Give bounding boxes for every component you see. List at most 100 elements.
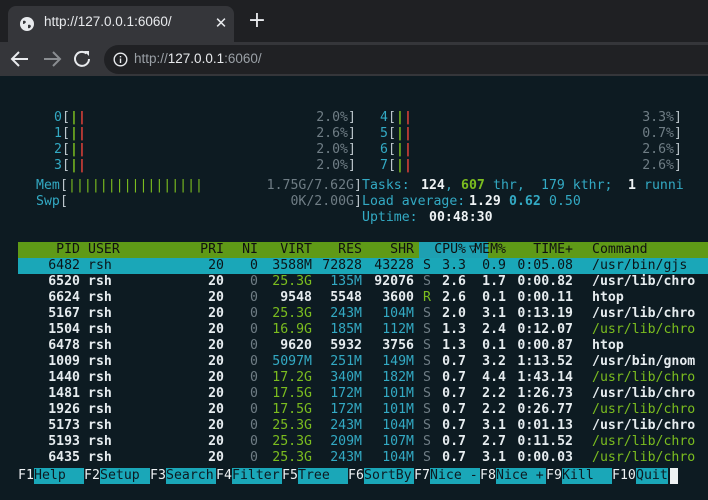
proc-pid: 1504: [48, 322, 80, 337]
proc-user: rsh: [88, 418, 112, 433]
cpu-id: 0: [54, 110, 62, 125]
process-row[interactable]: 6520 rsh 20 0 25.3G 135M 92076 S 2.6 1.7 0:00.82/u…: [18, 274, 708, 290]
meter-bracket-close: ]: [348, 142, 356, 157]
cpu-id: 6: [380, 142, 388, 157]
fkey-label-f10[interactable]: Quit: [636, 468, 668, 484]
proc-cmd: htop: [592, 290, 624, 305]
process-row[interactable]: 5173 rsh 20 0 25.3G 243M 104M S 0.7 3.1 0:01.13/us…: [18, 418, 708, 434]
fkey-f1[interactable]: F1: [18, 468, 34, 484]
column-pid[interactable]: PID: [16, 242, 80, 258]
meter-bracket-open: [: [388, 110, 396, 125]
cpu-id: 2: [54, 142, 62, 157]
close-tab-icon[interactable]: ✕: [212, 13, 230, 33]
mem-bar: |||||||||||||||||: [68, 178, 203, 193]
process-row[interactable]: 5193 rsh 20 0 25.3G 209M 107M S 0.7 2.7 0:11.52/us…: [18, 434, 708, 450]
cpu-bar: ||: [70, 110, 86, 125]
proc-user: rsh: [88, 306, 112, 321]
cpu-id: 4: [380, 110, 388, 125]
cpu-meter-6: 6[|| 2.6%]: [362, 142, 692, 158]
proc-time: 0:01.13: [517, 418, 573, 433]
address-bar[interactable]: http://127.0.0.1:6060/: [104, 45, 708, 74]
cpu-bar: ||: [396, 110, 412, 125]
fkey-f6[interactable]: F6: [348, 468, 364, 484]
column-user[interactable]: USER: [88, 242, 120, 258]
fkey-f8[interactable]: F8: [480, 468, 496, 484]
reload-icon[interactable]: [71, 48, 95, 70]
proc-mem: 3.2: [482, 354, 506, 369]
meter-bracket-close: ]: [674, 158, 682, 173]
proc-pid: 6482: [48, 258, 80, 273]
running-label: runni: [644, 178, 684, 193]
forward-arrow-icon[interactable]: [40, 48, 64, 70]
cpu-id: 3: [54, 158, 62, 173]
meter-bracket-open: [: [60, 194, 68, 209]
column-cmd[interactable]: Command: [592, 242, 648, 258]
proc-time: 0:11.52: [517, 434, 573, 449]
separator-comma: ,: [445, 178, 453, 193]
browser-tab[interactable]: http://127.0.0.1:6060/ ✕: [8, 6, 234, 42]
fkey-label-f4[interactable]: Filter: [232, 468, 282, 484]
process-row[interactable]: 5167 rsh 20 0 25.3G 243M 104M S 2.0 3.1 0:13.19/us…: [18, 306, 708, 322]
fkey-label-f3[interactable]: Search: [166, 468, 216, 484]
fkey-f5[interactable]: F5: [282, 468, 298, 484]
url-text: http://127.0.0.1:6060/: [134, 51, 262, 66]
fkey-f2[interactable]: F2: [84, 468, 100, 484]
fkey-label-f5[interactable]: Tree: [298, 468, 348, 484]
new-tab-icon[interactable]: +: [246, 9, 268, 33]
proc-time: 0:00.87: [517, 338, 573, 353]
fkey-f10[interactable]: F10: [612, 468, 636, 484]
proc-pid: 5173: [48, 418, 80, 433]
process-row[interactable]: 1009 rsh 20 0 5097M 251M 149M S 0.7 3.2 1:13.52/us…: [18, 354, 708, 370]
fkey-label-f6[interactable]: SortBy: [364, 468, 414, 484]
proc-user: rsh: [88, 402, 112, 417]
threads-label: thr,: [493, 178, 525, 193]
fkey-f7[interactable]: F7: [414, 468, 430, 484]
meter-bracket-close: ]: [354, 178, 362, 193]
proc-user: rsh: [88, 274, 112, 289]
cpu-bar: ||: [70, 158, 86, 173]
meter-bracket-open: [: [60, 178, 68, 193]
fkey-label-f7[interactable]: Nice -: [430, 468, 480, 484]
proc-time: 0:05.08: [517, 258, 573, 273]
cpu-percent: 2.6%: [316, 126, 348, 141]
proc-pid: 1926: [48, 402, 80, 417]
info-icon[interactable]: [113, 52, 128, 67]
tab-title: http://127.0.0.1:6060/: [44, 14, 172, 29]
proc-user: rsh: [88, 338, 112, 353]
fkey-f4[interactable]: F4: [216, 468, 232, 484]
process-row[interactable]: 6478 rsh 20 0 9620 5932 3756 S 1.3 0.1 0:00.87 htop: [18, 338, 708, 354]
back-arrow-icon[interactable]: [8, 48, 32, 70]
column-time[interactable]: TIME+: [509, 242, 573, 258]
fkey-label-f9[interactable]: Kill: [562, 468, 612, 484]
fkey-label-f8[interactable]: Nice +: [496, 468, 546, 484]
process-row[interactable]: 1440 rsh 20 0 17.2G 340M 182M S 0.7 4.4 1:43.14/us…: [18, 370, 708, 386]
meter-bracket-open: [: [388, 126, 396, 141]
cpu-percent: 2.0%: [316, 158, 348, 173]
proc-mem: 2.7: [482, 434, 506, 449]
cpu-percent: 3.3%: [642, 110, 674, 125]
fkey-f3[interactable]: F3: [150, 468, 166, 484]
cpu-bar: ||: [70, 142, 86, 157]
fkey-f9[interactable]: F9: [546, 468, 562, 484]
process-row[interactable]: 1504 rsh 20 0 16.9G 185M 112M S 1.3 2.4 0:12.07/us…: [18, 322, 708, 338]
cpu-meter-1: 1[|| 2.6%]: [36, 126, 366, 142]
fkey-label-f1[interactable]: Help: [34, 468, 84, 484]
process-row[interactable]: 1926 rsh 20 0 17.5G 172M 101M S 0.7 2.2 0:26.77/us…: [18, 402, 708, 418]
column-mem[interactable]: MEM%: [442, 242, 506, 258]
function-key-bar: F1 Help F2 Setup F3 Search F4 Filter F5 Tree F6…: [18, 468, 708, 484]
process-row[interactable]: 6435 rsh 20 0 25.3G 243M 104M S 0.7 3.1 0:00.03/us…: [18, 450, 708, 466]
uptime-line: Uptime: 00:48:30: [362, 210, 692, 226]
proc-time: 1:43.14: [517, 370, 573, 385]
threads-count: 607: [461, 178, 485, 193]
proc-time: 0:00.82: [517, 274, 573, 289]
selected-process-row[interactable]: 6482 rsh 20 0 3588M 72828 43228 S 3.3 0.9 0:05.08/…: [18, 258, 708, 274]
proc-mem: 3.1: [482, 418, 506, 433]
cpu-percent: 2.0%: [316, 110, 348, 125]
kthreads-label: 179 kthr;: [541, 178, 613, 193]
fkey-label-f2[interactable]: Setup: [100, 468, 150, 484]
process-row[interactable]: 1481 rsh 20 0 17.5G 172M 101M S 0.7 2.2 1:26.73/us…: [18, 386, 708, 402]
process-table-header[interactable]: PIDUSERPRINIVIRTRESSHRSCPU%▽MEM%TIME+Com…: [18, 242, 708, 258]
htop-terminal[interactable]: 0[|| 2.0%] 1[|| 2.6%] 2[|| 2.0%] 3[|| 2.0%] 4[||…: [0, 76, 708, 500]
process-row[interactable]: 6624 rsh 20 0 9548 5548 3600 R 2.6 0.1 0:00.11 htop: [18, 290, 708, 306]
proc-mem: 0.9: [482, 258, 506, 273]
